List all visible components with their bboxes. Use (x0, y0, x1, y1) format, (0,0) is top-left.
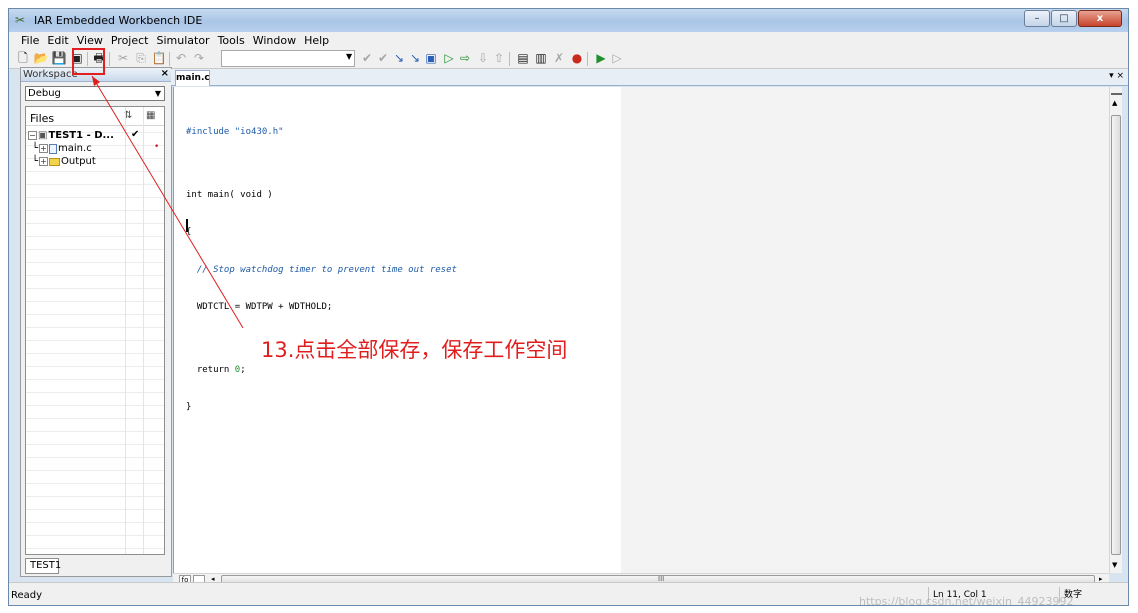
menu-project[interactable]: Project (107, 32, 153, 49)
step-over-icon[interactable]: ⇨ (457, 51, 473, 66)
close-icon[interactable]: × (161, 68, 169, 79)
save-all-highlight-box (72, 48, 105, 75)
expand-icon[interactable]: + (39, 144, 49, 153)
folder-icon (49, 157, 61, 166)
paste-icon[interactable]: 📋 (151, 51, 167, 66)
code-line: int main( void ) (186, 189, 273, 200)
debug-without-download-icon[interactable]: ▷ (609, 51, 625, 66)
window-title: IAR Embedded Workbench IDE (34, 14, 203, 27)
menu-file[interactable]: File (17, 32, 43, 49)
new-file-icon[interactable]: 🗋 (15, 51, 31, 66)
column-divider (143, 107, 144, 554)
workspace-panel: Workspace × Debug ▼ Files ⇅ ▦ − ▣ TEST1 … (20, 67, 172, 577)
code-line: WDTCTL = WDTPW + WDTHOLD; (186, 302, 333, 312)
menu-view[interactable]: View (73, 32, 107, 49)
menu-window[interactable]: Window (249, 32, 300, 49)
text-cursor (186, 219, 188, 232)
toolbar-separator (509, 52, 510, 66)
options-icon[interactable]: ▦ (146, 110, 155, 121)
toggle-breakpoint-icon[interactable]: ● (569, 51, 585, 66)
tree-line: └ (32, 143, 39, 154)
collapse-icon[interactable]: − (28, 131, 37, 140)
editor-tab-bar: main.c ▾ × (171, 69, 1128, 86)
menu-bar: File Edit View Project Simulator Tools W… (9, 32, 1128, 49)
copy-icon[interactable]: ⎘ (133, 51, 149, 66)
scroll-up-icon[interactable]: ▲ (1112, 99, 1117, 107)
files-tree: Files ⇅ ▦ − ▣ TEST1 - D... ✔ └ + main.c … (25, 106, 165, 555)
minimize-button[interactable]: – (1024, 10, 1050, 27)
toolbar-separator (169, 52, 170, 66)
step-into-icon[interactable]: ⇩ (475, 51, 491, 66)
maximize-button[interactable]: □ (1051, 10, 1077, 27)
editor-margin-area (621, 87, 1112, 573)
find-combo[interactable] (221, 50, 355, 67)
menu-simulator[interactable]: Simulator (152, 32, 213, 49)
close-button[interactable]: x (1078, 10, 1122, 27)
c-file-icon (49, 143, 58, 154)
vertical-scrollbar[interactable]: ▲ ▼ (1109, 87, 1122, 573)
configuration-value: Debug (28, 88, 61, 99)
tab-list-close-icon[interactable]: ▾ × (1109, 71, 1124, 81)
status-text: Ready (11, 590, 43, 601)
workspace-title: Workspace (23, 69, 78, 80)
code-editor[interactable]: #include "io430.h" int main( void ) { //… (173, 87, 1112, 573)
run-to-cursor-icon[interactable]: ▷ (441, 51, 457, 66)
tree-item-output[interactable]: └ + Output (32, 155, 96, 168)
menu-tools[interactable]: Tools (214, 32, 249, 49)
find-prev-icon[interactable]: ✔ (375, 51, 391, 66)
toolbar: 🗋 📂 💾 ▣ 🖶 ✂ ⎘ 📋 ↶ ↷ ▼ ✔ ✔ ↘ ↘ ▣ ▷ ⇨ ⇩ ⇧ … (9, 49, 1128, 69)
cut-icon[interactable]: ✂ (115, 51, 131, 66)
tree-line: └ (32, 156, 39, 167)
code-line: #include "io430.h" (186, 127, 284, 137)
tree-item-project[interactable]: − ▣ TEST1 - D... (28, 129, 114, 142)
compile-icon[interactable]: ▤ (515, 51, 531, 66)
file-label: main.c (58, 143, 92, 154)
expand-icon[interactable]: + (39, 157, 49, 166)
files-column-label: Files (30, 112, 55, 125)
watermark: https://blog.csdn.net/weixin_44923992 (859, 595, 1074, 606)
project-icon: ▣ (38, 130, 48, 141)
save-icon[interactable]: 💾 (51, 51, 67, 66)
toolbar-separator (587, 52, 588, 66)
code-line: // Stop watchdog timer to prevent time o… (186, 264, 457, 275)
menu-help[interactable]: Help (300, 32, 333, 49)
code-line: return 0; (186, 364, 246, 375)
code-line: } (186, 402, 192, 412)
configuration-select[interactable]: Debug ▼ (25, 86, 165, 101)
splitter-handle[interactable] (1111, 87, 1122, 95)
workspace-tab-test1[interactable]: TEST1 (25, 558, 61, 574)
debug-icon[interactable]: ▶ (593, 51, 609, 66)
undo-icon[interactable]: ↶ (173, 51, 189, 66)
code-text[interactable]: #include "io430.h" int main( void ) { //… (186, 101, 457, 439)
chevron-down-icon: ▼ (154, 89, 161, 98)
status-bar: Ready Ln 11, Col 1 数字 https://blog.csdn.… (9, 582, 1128, 606)
goto-icon[interactable]: ▣ (423, 51, 439, 66)
bookmark-icon[interactable]: ↘ (391, 51, 407, 66)
window-controls: – □ x (1024, 10, 1122, 27)
bookmark-next-icon[interactable]: ↘ (407, 51, 423, 66)
folder-label: Output (61, 156, 96, 167)
toolbar-separator (109, 52, 110, 66)
scroll-down-icon[interactable]: ▼ (1112, 561, 1117, 569)
menu-edit[interactable]: Edit (43, 32, 72, 49)
annotation-text: 13.点击全部保存，保存工作空间 (261, 338, 568, 362)
redo-icon[interactable]: ↷ (191, 51, 207, 66)
chevron-down-icon[interactable]: ▼ (346, 52, 352, 61)
open-folder-icon[interactable]: 📂 (33, 51, 49, 66)
checkmark-icon: ✔ (131, 129, 140, 140)
step-out-icon[interactable]: ⇧ (491, 51, 507, 66)
ide-window: ✂ IAR Embedded Workbench IDE – □ x File … (8, 8, 1129, 606)
vertical-scroll-thumb[interactable] (1111, 115, 1121, 555)
code-line: { (186, 227, 192, 237)
make-icon[interactable]: ▥ (533, 51, 549, 66)
project-label: TEST1 - D... (48, 130, 114, 141)
title-bar[interactable]: ✂ IAR Embedded Workbench IDE – □ x (9, 9, 1128, 32)
tree-item-main-c[interactable]: └ + main.c (32, 142, 92, 155)
tab-main-c[interactable]: main.c (175, 70, 210, 86)
iar-app-icon: ✂ (15, 13, 26, 27)
column-divider (125, 107, 126, 554)
modified-dot-icon: • (154, 142, 160, 152)
stop-build-icon[interactable]: ✗ (551, 51, 567, 66)
find-next-icon[interactable]: ✔ (359, 51, 375, 66)
